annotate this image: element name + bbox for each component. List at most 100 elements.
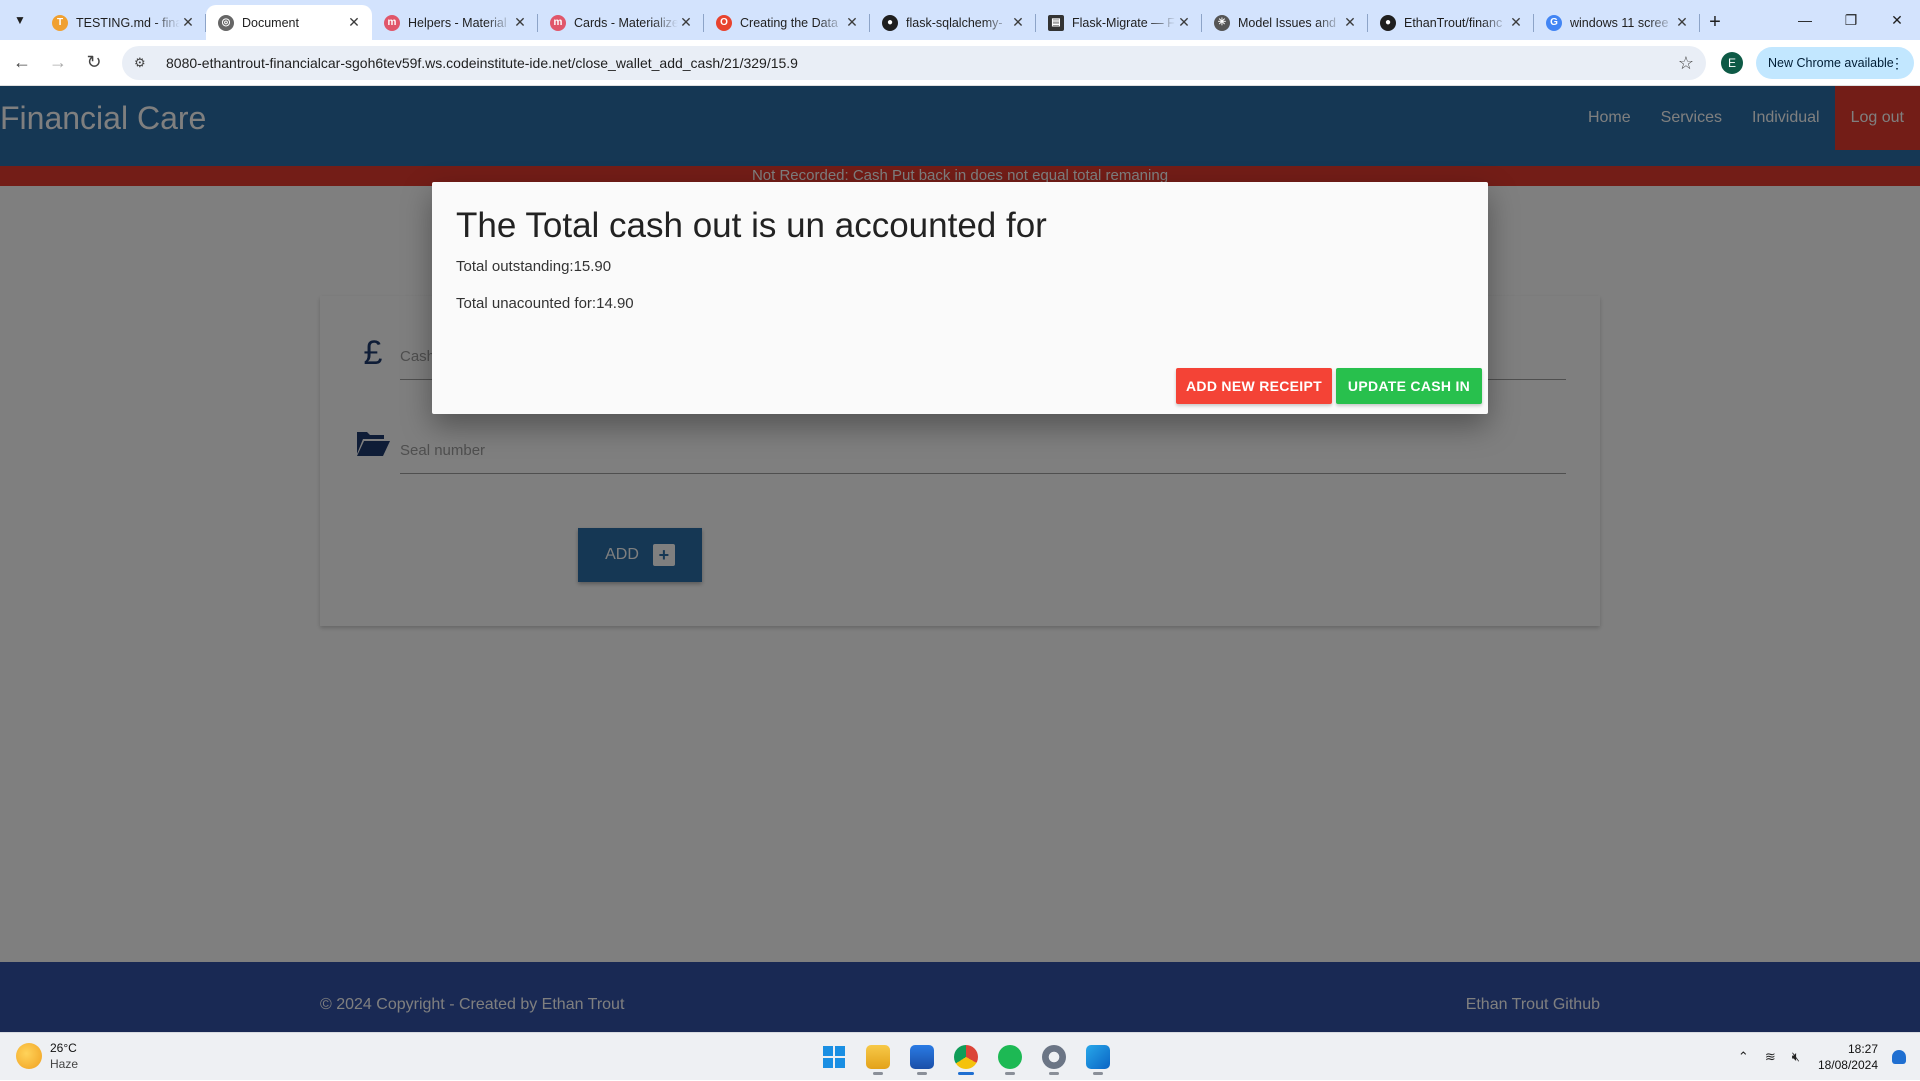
running-indicator [958,1072,974,1075]
tab-flask-migrate[interactable]: ▤ Flask-Migrate — F ✕ [1036,5,1202,40]
new-chrome-label: New Chrome available [1768,56,1894,70]
tab-testing[interactable]: T TESTING.md - fina ✕ [40,5,206,40]
close-window-icon[interactable]: ✕ [1874,0,1920,40]
running-indicator [873,1072,883,1075]
minimize-icon[interactable]: — [1782,0,1828,40]
settings-button[interactable] [1032,1039,1076,1075]
outlook-button[interactable] [1076,1039,1120,1075]
close-tab-icon[interactable]: ✕ [512,14,528,31]
reload-icon[interactable]: ↻ [76,45,112,81]
windows-logo-icon [823,1046,845,1068]
spotify-icon [998,1045,1022,1069]
window-controls: — ❐ ✕ [1782,0,1920,40]
close-tab-icon[interactable]: ✕ [1674,14,1690,31]
site-info-icon[interactable]: ⚙ [134,55,154,71]
tab-title: Helpers - Material [408,15,507,30]
weather-condition: Haze [50,1057,79,1071]
start-button[interactable] [812,1039,856,1075]
tab-title: EthanTrout/financ [1404,15,1503,30]
clock[interactable]: 18:27 18/08/2024 [1818,1041,1878,1073]
tab-cards[interactable]: m Cards - Materialize ✕ [538,5,704,40]
more-menu-icon[interactable]: ⋮ [1890,55,1904,72]
tab-flask-sqlalchemy[interactable]: ● flask-sqlalchemy- ✕ [870,5,1036,40]
unaccounted-cash-modal: The Total cash out is un accounted for T… [432,182,1488,414]
store-button[interactable] [900,1039,944,1075]
close-tab-icon[interactable]: ✕ [1508,14,1524,31]
file-explorer-icon [866,1045,890,1069]
close-tab-icon[interactable]: ✕ [1342,14,1358,31]
openai-icon: ✳ [1214,14,1230,31]
tab-title: Flask-Migrate — F [1072,15,1175,30]
tab-creating-data[interactable]: O Creating the Data ✕ [704,5,870,40]
settings-gear-icon [1042,1045,1066,1069]
new-tab-button[interactable]: + [1700,5,1730,40]
bookmark-star-icon[interactable]: ☆ [1678,53,1694,74]
docs-icon: ▤ [1048,14,1064,31]
google-icon: G [1546,14,1562,31]
materialize-icon: m [384,14,400,31]
restore-icon[interactable]: ❐ [1828,0,1874,40]
tab-windows-search[interactable]: G windows 11 scree ✕ [1534,5,1700,40]
tab-model-issues[interactable]: ✳ Model Issues and ✕ [1202,5,1368,40]
tab-list: T TESTING.md - fina ✕ ◎ Document ✕ m Hel… [40,5,1730,40]
running-indicator [917,1072,927,1075]
weather-text: 26°C Haze [50,1040,78,1072]
browser-tab-strip: ▼ T TESTING.md - fina ✕ ◎ Document ✕ m H… [0,0,1920,40]
close-tab-icon[interactable]: ✕ [1176,14,1192,31]
clock-date: 18/08/2024 [1817,1058,1878,1072]
spotify-button[interactable] [988,1039,1032,1075]
add-new-receipt-button[interactable]: ADD NEW RECEIPT [1176,368,1332,404]
tab-title: Document [242,15,299,30]
tab-title: Model Issues and [1238,15,1336,30]
volume-muted-icon[interactable]: 🔇︎ [1792,1049,1800,1065]
file-explorer-button[interactable] [856,1039,900,1075]
back-icon[interactable]: ← [4,45,40,81]
weather-widget[interactable]: 26°C Haze [16,1040,78,1072]
close-tab-icon[interactable]: ✕ [180,14,196,31]
tab-title: Creating the Data [740,15,838,30]
weather-temperature: 26°C [50,1041,77,1055]
url-text[interactable]: 8080-ethantrout-financialcar-sgoh6tev59f… [166,55,1678,71]
modal-title: The Total cash out is un accounted for [456,206,1047,245]
browser-toolbar: ← → ↻ ⚙ 8080-ethantrout-financialcar-sgo… [0,40,1920,86]
github-icon: ● [1380,14,1396,31]
total-unaccounted-text: Total unacounted for:14.90 [456,295,634,312]
notification-bell-icon[interactable] [1892,1050,1906,1064]
tab-title: Cards - Materialize [574,15,678,30]
tab-title: flask-sqlalchemy- [906,15,1003,30]
profile-avatar[interactable]: E [1721,52,1743,74]
weather-haze-icon [16,1043,42,1069]
materialize-icon: m [550,14,566,31]
close-tab-icon[interactable]: ✕ [678,14,694,31]
new-chrome-available-button[interactable]: New Chrome available ⋮ [1756,47,1914,79]
close-tab-icon[interactable]: ✕ [844,14,860,31]
clock-time: 18:27 [1847,1042,1878,1056]
running-indicator [1005,1072,1015,1075]
chrome-icon [954,1045,978,1069]
chrome-button[interactable] [944,1039,988,1075]
tab-ethantrout-repo[interactable]: ● EthanTrout/financ ✕ [1368,5,1534,40]
update-cash-in-button[interactable]: UPDATE CASH IN [1336,368,1482,404]
total-outstanding-text: Total outstanding:15.90 [456,258,612,275]
tab-helpers[interactable]: m Helpers - Material ✕ [372,5,538,40]
close-tab-icon[interactable]: ✕ [346,14,362,31]
address-bar[interactable]: ⚙ 8080-ethantrout-financialcar-sgoh6tev5… [122,46,1706,80]
page-viewport: Financial Care Home Services Individual … [0,86,1920,1032]
globe-icon: ◎ [218,14,234,31]
opera-icon: O [716,14,732,31]
store-icon [910,1045,934,1069]
github-icon: ● [882,14,898,31]
tab-document[interactable]: ◎ Document ✕ [206,5,372,40]
running-indicator [1093,1072,1103,1075]
tab-title: windows 11 scree [1570,15,1669,30]
windows-taskbar: 26°C Haze ⌃ ≋ 🔇︎ 18:27 18/08/2024 [0,1032,1920,1080]
forward-icon[interactable]: → [40,45,76,81]
tab-title: TESTING.md - fina [76,15,180,30]
outlook-icon [1086,1045,1110,1069]
close-tab-icon[interactable]: ✕ [1010,14,1026,31]
taskbar-apps [812,1039,1120,1075]
tab-search-icon[interactable]: ▼ [8,8,32,32]
wifi-icon[interactable]: ≋ [1765,1049,1776,1065]
testing-icon: T [52,14,68,31]
show-hidden-icons-icon[interactable]: ⌃ [1738,1049,1749,1065]
